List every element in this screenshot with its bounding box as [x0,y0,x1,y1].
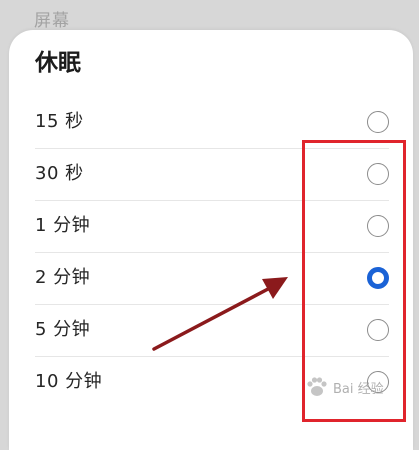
radio-button-icon[interactable] [367,319,389,341]
radio-button-icon[interactable] [367,371,389,393]
radio-button-icon[interactable] [367,163,389,185]
radio-button-selected-icon[interactable] [367,267,389,289]
option-label: 2 分钟 [35,267,91,288]
sleep-option-list: 15 秒 30 秒 1 分钟 2 分钟 5 分钟 10 分钟 [35,97,389,409]
radio-button-icon[interactable] [367,111,389,133]
option-30s[interactable]: 30 秒 [35,149,389,201]
option-5min[interactable]: 5 分钟 [35,305,389,357]
option-label: 15 秒 [35,111,84,132]
option-label: 10 分钟 [35,371,103,392]
option-label: 1 分钟 [35,215,91,236]
radio-button-icon[interactable] [367,215,389,237]
backdrop-section-label: 屏幕 [34,11,70,31]
option-10min[interactable]: 10 分钟 [35,357,389,409]
option-label: 5 分钟 [35,319,91,340]
dialog-title: 休眠 [35,50,81,76]
option-15s[interactable]: 15 秒 [35,97,389,149]
option-label: 30 秒 [35,163,84,184]
option-2min[interactable]: 2 分钟 [35,253,389,305]
sleep-dialog: 休眠 15 秒 30 秒 1 分钟 2 分钟 5 分钟 10 分钟 [9,30,413,450]
option-1min[interactable]: 1 分钟 [35,201,389,253]
